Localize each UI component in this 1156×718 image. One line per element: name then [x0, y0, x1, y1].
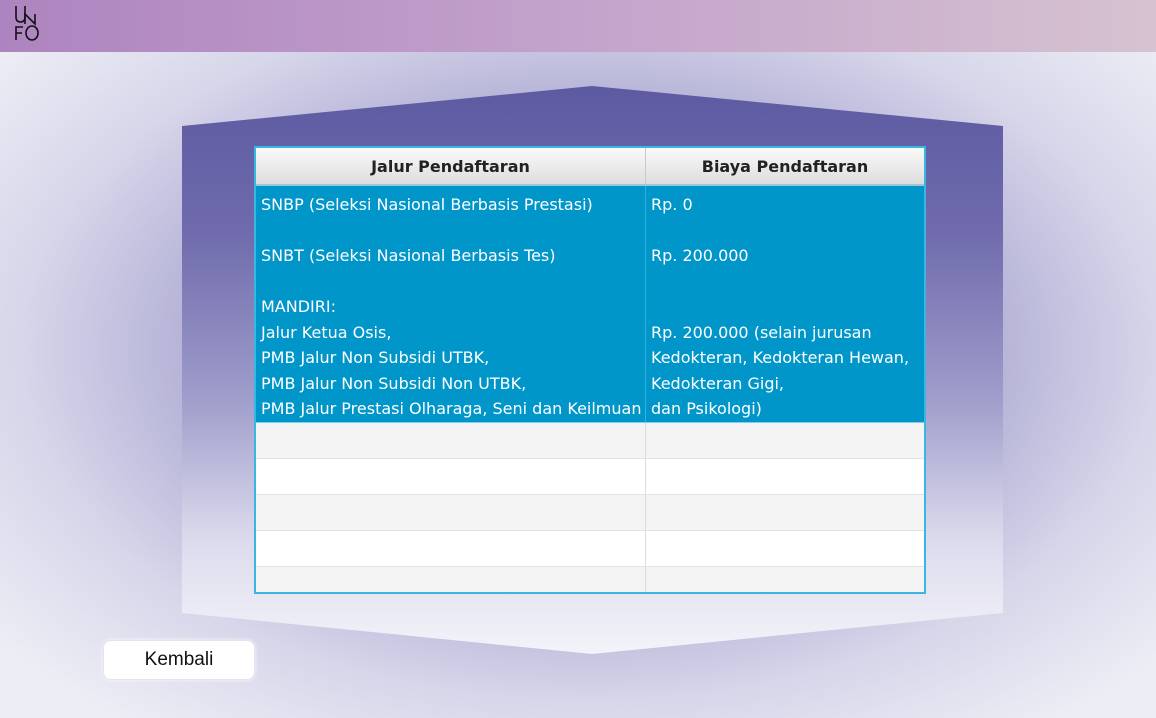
- empty-cell[interactable]: [256, 567, 647, 592]
- empty-cell[interactable]: [646, 495, 924, 530]
- empty-cell[interactable]: [256, 531, 647, 566]
- empty-cell[interactable]: [646, 459, 924, 494]
- empty-cell[interactable]: [256, 495, 647, 530]
- table-row-empty[interactable]: [256, 495, 924, 531]
- empty-cell[interactable]: [256, 423, 647, 458]
- table-row-empty[interactable]: [256, 423, 924, 459]
- back-button[interactable]: Kembali: [103, 640, 255, 680]
- empty-cell[interactable]: [646, 531, 924, 566]
- empty-cell[interactable]: [256, 459, 647, 494]
- column-header-biaya[interactable]: Biaya Pendaftaran: [646, 148, 924, 184]
- table-row-empty[interactable]: [256, 567, 924, 592]
- cell-biaya[interactable]: Rp. 0 Rp. 200.000 Rp. 200.000 (selain ju…: [646, 186, 924, 422]
- empty-cell[interactable]: [646, 567, 924, 592]
- table-row-empty[interactable]: [256, 531, 924, 567]
- cell-jalur[interactable]: SNBP (Seleksi Nasional Berbasis Prestasi…: [256, 186, 646, 422]
- table-row-selected[interactable]: SNBP (Seleksi Nasional Berbasis Prestasi…: [256, 185, 924, 423]
- table-header: Jalur Pendaftaran Biaya Pendaftaran: [256, 148, 924, 185]
- empty-cell[interactable]: [646, 423, 924, 458]
- column-header-jalur[interactable]: Jalur Pendaftaran: [256, 148, 646, 184]
- registration-fee-table: Jalur Pendaftaran Biaya Pendaftaran SNBP…: [254, 146, 926, 594]
- table-row-empty[interactable]: [256, 459, 924, 495]
